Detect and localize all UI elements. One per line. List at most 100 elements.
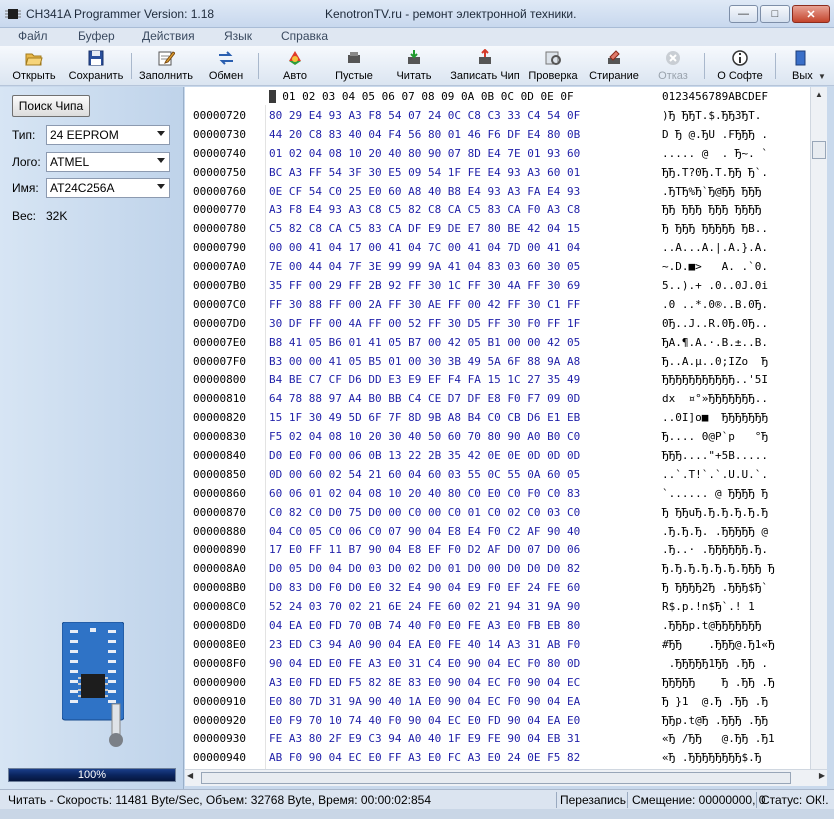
hex-row[interactable]: 00000860 60 06 01 02 04 08 10 20 40 80 C0… bbox=[185, 485, 810, 504]
horizontal-scroll-thumb[interactable] bbox=[201, 772, 791, 784]
chip-name-select[interactable]: AT24C256A bbox=[46, 178, 170, 198]
fill-button[interactable]: Заполнить bbox=[136, 48, 196, 84]
hex-row[interactable]: 00000880 04 C0 05 C0 06 C0 07 90 04 E8 E4… bbox=[185, 523, 810, 542]
hex-row[interactable]: 000008B0 D0 83 D0 F0 D0 E0 32 E4 90 04 E9… bbox=[185, 579, 810, 598]
hex-row-address: 00000800 bbox=[193, 373, 246, 387]
hex-row-ascii: .Ђ..· .ЂЂЂЂЂЂ.Ђ. bbox=[662, 543, 768, 557]
scroll-up-icon[interactable]: ▲ bbox=[811, 87, 827, 103]
hex-row-bytes: 7E 00 44 04 7F 3E 99 99 9A 41 04 83 03 6… bbox=[269, 260, 581, 274]
scroll-left-icon[interactable]: ◀ bbox=[187, 771, 193, 780]
hex-row[interactable]: 000007A0 7E 00 44 04 7F 3E 99 99 9A 41 04… bbox=[185, 258, 810, 277]
hex-row-ascii: ЂЂЂЂЂЂЂЂЂЂЂ..'5I bbox=[662, 373, 768, 387]
hex-row[interactable]: 00000770 A3 F8 E4 93 A3 C8 C5 82 C8 CA C5… bbox=[185, 201, 810, 220]
open-button[interactable]: Открыть bbox=[8, 48, 60, 84]
hex-row[interactable]: 00000740 01 02 04 08 10 20 40 80 90 07 8D… bbox=[185, 145, 810, 164]
menu-help[interactable]: Справка bbox=[281, 29, 328, 43]
hex-row-ascii: Ђ.Ђ.Ђ.Ђ.Ђ.Ђ.ЂЂЂ Ђ bbox=[662, 562, 775, 576]
hex-row-bytes: C0 82 C0 D0 75 D0 00 C0 00 C0 01 C0 02 C… bbox=[269, 505, 581, 519]
menu-actions[interactable]: Действия bbox=[142, 29, 195, 43]
hex-row-bytes: 17 E0 FF 11 B7 90 04 E8 EF F0 D2 AF D0 0… bbox=[269, 543, 581, 557]
hex-row-bytes: D0 83 D0 F0 D0 E0 32 E4 90 04 E9 F0 EF 2… bbox=[269, 581, 581, 595]
hex-row[interactable]: 00000800 B4 BE C7 CF D6 DD E3 E9 EF F4 FA… bbox=[185, 371, 810, 390]
hex-row[interactable]: 000007F0 B3 00 00 41 05 B5 01 00 30 3B 49… bbox=[185, 353, 810, 372]
hex-row-address: 000008F0 bbox=[193, 656, 246, 670]
hex-row[interactable]: 00000920 E0 F9 70 10 74 40 F0 90 04 EC E0… bbox=[185, 712, 810, 731]
type-select[interactable]: 24 EEPROM bbox=[46, 125, 170, 145]
exit-button[interactable]: Вых bbox=[786, 48, 816, 84]
hex-row[interactable]: 000007D0 30 DF FF 00 4A FF 00 52 FF 30 D5… bbox=[185, 315, 810, 334]
save-button[interactable]: Сохранить bbox=[66, 48, 126, 84]
toolbar: Открыть Сохранить Заполнить Обмен Авто П… bbox=[0, 46, 834, 86]
verify-button[interactable]: Проверка bbox=[526, 48, 580, 84]
hex-row[interactable]: 00000750 BC A3 FF 54 3F 30 E5 09 54 1F FE… bbox=[185, 164, 810, 183]
read-chip-icon bbox=[408, 50, 420, 64]
hex-editor[interactable]: 0 01 02 03 04 05 06 07 08 09 0A 0B 0C 0D… bbox=[185, 87, 810, 769]
hex-row[interactable]: 00000940 AB F0 90 04 EC E0 FF A3 E0 FC A3… bbox=[185, 749, 810, 768]
read-button[interactable]: Читать bbox=[390, 48, 438, 84]
menu-language[interactable]: Язык bbox=[224, 29, 252, 43]
toolbar-overflow-icon[interactable]: ▼ bbox=[818, 72, 826, 81]
menu-file[interactable]: Файл bbox=[18, 29, 48, 43]
hex-row-bytes: 64 78 88 97 A4 B0 BB C4 CE D7 DF E8 F0 F… bbox=[269, 392, 581, 406]
hex-row[interactable]: 00000810 64 78 88 97 A4 B0 BB C4 CE D7 DF… bbox=[185, 390, 810, 409]
auto-recycle-icon bbox=[289, 51, 301, 65]
manufacturer-select[interactable]: ATMEL bbox=[46, 152, 170, 172]
name-label: Имя: bbox=[12, 181, 39, 195]
hex-row-address: 00000870 bbox=[193, 505, 246, 519]
hex-row[interactable]: 00000720 80 29 E4 93 A3 F8 54 07 24 0C C8… bbox=[185, 107, 810, 126]
exchange-label: Обмен bbox=[208, 70, 244, 82]
hex-row[interactable]: 00000830 F5 02 04 08 10 20 30 40 50 60 70… bbox=[185, 428, 810, 447]
hex-row-address: 00000810 bbox=[193, 392, 246, 406]
horizontal-scrollbar[interactable]: ◀ ▶ bbox=[185, 769, 827, 786]
title-bar[interactable]: CH341A Programmer Version: 1.18 Kenotron… bbox=[0, 0, 834, 28]
cancel-icon bbox=[666, 51, 680, 65]
cancel-button[interactable]: Отказ bbox=[650, 48, 696, 84]
hex-row[interactable]: 00000790 00 00 41 04 17 00 41 04 7C 00 41… bbox=[185, 239, 810, 258]
hex-row[interactable]: 000008E0 23 ED C3 94 A0 90 04 EA E0 FE 40… bbox=[185, 636, 810, 655]
maximize-button[interactable]: □ bbox=[760, 5, 790, 23]
hex-row[interactable]: 000007E0 B8 41 05 B6 01 41 05 B7 00 42 05… bbox=[185, 334, 810, 353]
write-chip-button[interactable]: Записать Чип bbox=[446, 48, 524, 84]
hex-row[interactable]: 000008C0 52 24 03 70 02 21 6E 24 FE 60 02… bbox=[185, 598, 810, 617]
erase-button[interactable]: Стирание bbox=[586, 48, 642, 84]
hex-row-bytes: D0 05 D0 04 D0 03 D0 02 D0 01 D0 00 D0 D… bbox=[269, 562, 581, 576]
hex-row[interactable]: 000008F0 90 04 ED E0 FE A3 E0 31 C4 E0 90… bbox=[185, 655, 810, 674]
hex-row-address: 00000940 bbox=[193, 751, 246, 765]
hex-row[interactable]: 00000930 FE A3 80 2F E9 C3 94 A0 40 1F E9… bbox=[185, 730, 810, 749]
blank-check-icon bbox=[348, 52, 360, 63]
scroll-right-icon[interactable]: ▶ bbox=[819, 771, 825, 780]
hex-row-ascii: #ЂЂ .ЂЂЂ@.Ђ1«Ђ bbox=[662, 637, 775, 651]
hex-row[interactable]: 00000760 0E CF 54 C0 25 E0 60 A8 40 B8 E4… bbox=[185, 183, 810, 202]
search-chip-button[interactable]: Поиск Чипа bbox=[12, 95, 90, 117]
hex-row[interactable]: 00000900 A3 E0 FD ED F5 82 8E 83 E0 90 04… bbox=[185, 674, 810, 693]
hex-row[interactable]: 00000730 44 20 C8 83 40 04 F4 56 80 01 46… bbox=[185, 126, 810, 145]
minimize-button[interactable]: — bbox=[729, 5, 758, 23]
about-button[interactable]: О Софте bbox=[714, 48, 766, 84]
hex-row[interactable]: 00000850 0D 00 60 02 54 21 60 04 60 03 55… bbox=[185, 466, 810, 485]
hex-row[interactable]: 00000840 D0 E0 F0 00 06 0B 13 22 2B 35 42… bbox=[185, 447, 810, 466]
auto-button[interactable]: Авто bbox=[270, 48, 320, 84]
hex-row-address: 00000890 bbox=[193, 543, 246, 557]
hex-row[interactable]: 00000890 17 E0 FF 11 B7 90 04 E8 EF F0 D2… bbox=[185, 541, 810, 560]
progress-text: 100% bbox=[77, 769, 107, 781]
hex-row[interactable]: 00000820 15 1F 30 49 5D 6F 7F 8D 9B A8 B4… bbox=[185, 409, 810, 428]
vertical-scrollbar[interactable]: ▲ bbox=[810, 87, 827, 769]
hex-row[interactable]: 00000870 C0 82 C0 D0 75 D0 00 C0 00 C0 01… bbox=[185, 504, 810, 523]
menu-buffer[interactable]: Буфер bbox=[78, 29, 115, 43]
hex-row[interactable]: 000008A0 D0 05 D0 04 D0 03 D0 02 D0 01 D0… bbox=[185, 560, 810, 579]
hex-row[interactable]: 000007C0 FF 30 88 FF 00 2A FF 30 AE FF 00… bbox=[185, 296, 810, 315]
hex-row-ascii: .ЂЂЂp.t@ЂЂЂЂЂЂЂ bbox=[662, 619, 768, 633]
exit-label: Вых bbox=[792, 70, 813, 82]
blank-check-button[interactable]: Пустые bbox=[328, 48, 380, 84]
hex-row-bytes: 60 06 01 02 04 08 10 20 40 80 C0 E0 C0 F… bbox=[269, 486, 581, 500]
hex-row[interactable]: 00000910 E0 80 7D 31 9A 90 40 1A E0 90 04… bbox=[185, 693, 810, 712]
close-button[interactable]: ✕ bbox=[792, 5, 830, 23]
vertical-scroll-thumb[interactable] bbox=[812, 141, 826, 159]
erase-label: Стирание bbox=[589, 70, 639, 82]
hex-row[interactable]: 00000780 C5 82 C8 CA C5 83 CA DF E9 DE E7… bbox=[185, 220, 810, 239]
toolbar-separator bbox=[704, 53, 705, 79]
hex-row[interactable]: 000007B0 35 FF 00 29 FF 2B 92 FF 30 1C FF… bbox=[185, 277, 810, 296]
exchange-button[interactable]: Обмен bbox=[202, 48, 250, 84]
hex-row-ascii: `...... @ ЂЂЂЂ Ђ bbox=[662, 486, 768, 500]
hex-row[interactable]: 000008D0 04 EA E0 FD 70 0B 74 40 F0 E0 FE… bbox=[185, 617, 810, 636]
